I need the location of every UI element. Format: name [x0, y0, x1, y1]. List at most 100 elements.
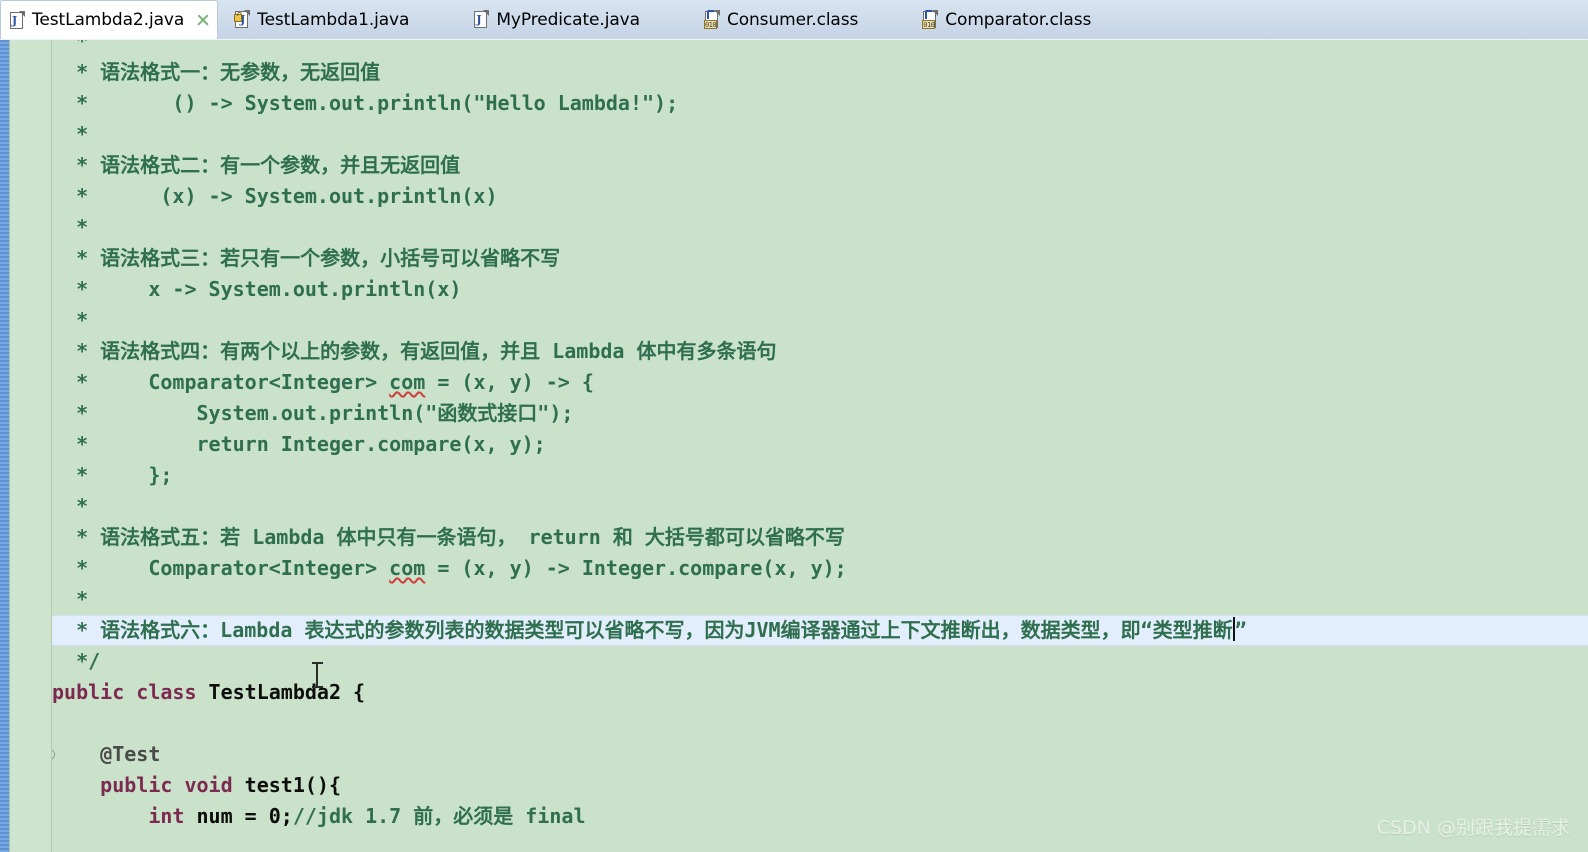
editor-tab-label: Consumer.class: [726, 9, 859, 30]
code-line-14[interactable]: 14 *: [0, 40, 1588, 57]
class-file-icon: 010: [703, 10, 720, 29]
code-token: * 语法格式三：若只有一个参数，小括号可以省略不写: [52, 246, 561, 270]
code-token: com: [389, 556, 426, 580]
code-token: * (x) -> System.out.println(x): [52, 184, 498, 208]
code-line-39[interactable]: 39 int num = 0;//jdk 1.7 前，必须是 final: [0, 801, 1588, 832]
close-icon[interactable]: [195, 12, 211, 28]
code-token: (){: [304, 773, 341, 797]
editor-tab-consumer-class[interactable]: 010 Consumer.class: [696, 0, 870, 39]
code-token: public class: [52, 680, 209, 704]
code-line-23[interactable]: 23 *: [0, 305, 1588, 336]
code-line-21[interactable]: 21 * 语法格式三：若只有一个参数，小括号可以省略不写: [0, 243, 1588, 274]
code-token: * x -> System.out.println(x): [52, 277, 462, 301]
code-line-33[interactable]: 33 * 语法格式六：Lambda 表达式的参数列表的数据类型可以省略不写，因为…: [0, 615, 1588, 646]
code-line-27[interactable]: 27 * return Integer.compare(x, y);: [0, 429, 1588, 460]
editor-tab-testlambda1-java[interactable]: J TestLambda1.java: [226, 0, 421, 39]
code-line-24[interactable]: 24 * 语法格式四：有两个以上的参数，有返回值，并且 Lambda 体中有多条…: [0, 336, 1588, 367]
code-line-34[interactable]: 34 */: [0, 646, 1588, 677]
code-token: *: [52, 40, 89, 53]
code-token: * System.out.println("函数式接口");: [52, 401, 574, 425]
code-line-19[interactable]: 19 * (x) -> System.out.println(x): [0, 181, 1588, 212]
code-token: = (x, y) -> Integer.compare(x, y);: [425, 556, 847, 580]
code-editor-area[interactable]: 14 *15 * 语法格式一：无参数，无返回值16 * () -> System…: [0, 40, 1588, 852]
class-file-icon: 010: [922, 10, 939, 29]
code-line-35[interactable]: 35public class TestLambda2 {: [0, 677, 1588, 708]
code-token: * Comparator<Integer>: [52, 370, 390, 394]
code-line-text: * System.out.println("函数式接口");: [52, 398, 573, 429]
code-line-text: * 语法格式二：有一个参数，并且无返回值: [52, 150, 460, 181]
code-line-29[interactable]: 29 *: [0, 491, 1588, 522]
editor-tab-bar: J TestLambda2.java J TestLambda1.java J MyPre…: [0, 0, 1588, 42]
code-token: * return Integer.compare(x, y);: [52, 432, 546, 456]
code-line-text: * Comparator<Integer> com = (x, y) -> {: [52, 367, 594, 398]
code-line-38[interactable]: 38 public void test1(){: [0, 770, 1588, 801]
code-token: *: [52, 587, 89, 611]
code-token: int: [148, 804, 185, 828]
code-token: *: [52, 122, 89, 146]
code-line-18[interactable]: 18 * 语法格式二：有一个参数，并且无返回值: [0, 150, 1588, 181]
code-line-32[interactable]: 32 *: [0, 584, 1588, 615]
code-token: * () -> System.out.println("Hello Lambda…: [52, 91, 679, 115]
annotation-ruler[interactable]: [0, 40, 10, 852]
code-token: *: [52, 215, 89, 239]
code-token: * 语法格式二：有一个参数，并且无返回值: [52, 153, 461, 177]
code-line-31[interactable]: 31 * Comparator<Integer> com = (x, y) ->…: [0, 553, 1588, 584]
code-token: *: [52, 494, 89, 518]
code-line-text: * 语法格式三：若只有一个参数，小括号可以省略不写: [52, 243, 560, 274]
code-line-30[interactable]: 30 * 语法格式五：若 Lambda 体中只有一条语句， return 和 大…: [0, 522, 1588, 553]
code-line-text: *: [52, 40, 88, 57]
code-token: TestLambda2: [208, 680, 341, 704]
code-token: num =: [184, 804, 269, 828]
code-token: 0: [268, 804, 281, 828]
code-line-20[interactable]: 20 *: [0, 212, 1588, 243]
code-line-text: */: [52, 646, 100, 677]
line-number-gutter[interactable]: [9, 40, 52, 852]
code-line-text: *: [52, 491, 88, 522]
code-line-28[interactable]: 28 * };: [0, 460, 1588, 491]
code-token: * 语法格式一：无参数，无返回值: [52, 60, 381, 84]
code-token: test1: [244, 773, 305, 797]
code-line-text: * 语法格式一：无参数，无返回值: [52, 57, 380, 88]
code-line-16[interactable]: 16 * () -> System.out.println("Hello Lam…: [0, 88, 1588, 119]
code-line-text: * (x) -> System.out.println(x): [52, 181, 498, 212]
code-line-text: * };: [52, 460, 172, 491]
code-line-text: @Test: [52, 739, 160, 770]
code-line-25[interactable]: 25 * Comparator<Integer> com = (x, y) ->…: [0, 367, 1588, 398]
editor-tab-mypredicate-java[interactable]: J MyPredicate.java: [465, 0, 652, 39]
code-line-text: * 语法格式四：有两个以上的参数，有返回值，并且 Lambda 体中有多条语句: [52, 336, 776, 367]
code-line-15[interactable]: 15 * 语法格式一：无参数，无返回值: [0, 57, 1588, 88]
java-file-icon: J: [9, 10, 25, 30]
code-token: *: [52, 308, 89, 332]
code-line-40[interactable]: 40: [0, 832, 1588, 852]
code-token: ;: [280, 804, 293, 828]
code-token: public void: [52, 773, 245, 797]
code-line-text: public class TestLambda2 {: [52, 677, 365, 708]
code-line-text: * () -> System.out.println("Hello Lambda…: [52, 88, 678, 119]
code-token: * 语法格式六：Lambda 表达式的参数列表的数据类型可以省略不写，因为JVM…: [52, 618, 1233, 642]
code-token: */: [52, 649, 101, 673]
code-line-text: *: [52, 119, 88, 150]
code-line-17[interactable]: 17 *: [0, 119, 1588, 150]
editor-tab-testlambda2-java[interactable]: J TestLambda2.java: [0, 0, 219, 39]
code-token: com: [389, 370, 426, 394]
editor-tab-comparator-class[interactable]: 010 Comparator.class: [914, 0, 1103, 39]
code-line-text: * 语法格式五：若 Lambda 体中只有一条语句， return 和 大括号都…: [52, 522, 845, 553]
code-token: * Comparator<Integer>: [52, 556, 390, 580]
editor-tab-label: TestLambda1.java: [257, 9, 410, 30]
code-line-37[interactable]: 37 @Test: [0, 739, 1588, 770]
code-line-text: *: [52, 584, 88, 615]
code-lines-container[interactable]: 14 *15 * 语法格式一：无参数，无返回值16 * () -> System…: [0, 40, 1588, 852]
code-line-text: * 语法格式六：Lambda 表达式的参数列表的数据类型可以省略不写，因为JVM…: [52, 615, 1247, 646]
editor-tab-label: MyPredicate.java: [496, 9, 640, 30]
editor-tab-label: Comparator.class: [945, 9, 1092, 30]
code-line-36[interactable]: 36: [0, 708, 1588, 739]
code-line-text: * return Integer.compare(x, y);: [52, 429, 546, 460]
code-token: = (x, y) -> {: [425, 370, 594, 394]
code-line-text: *: [52, 212, 88, 243]
code-line-26[interactable]: 26 * System.out.println("函数式接口");: [0, 398, 1588, 429]
code-token: //jdk 1.7 前，必须是 final: [292, 804, 586, 828]
code-line-22[interactable]: 22 * x -> System.out.println(x): [0, 274, 1588, 305]
code-line-text: * x -> System.out.println(x): [52, 274, 461, 305]
code-token: @Test: [52, 742, 161, 766]
